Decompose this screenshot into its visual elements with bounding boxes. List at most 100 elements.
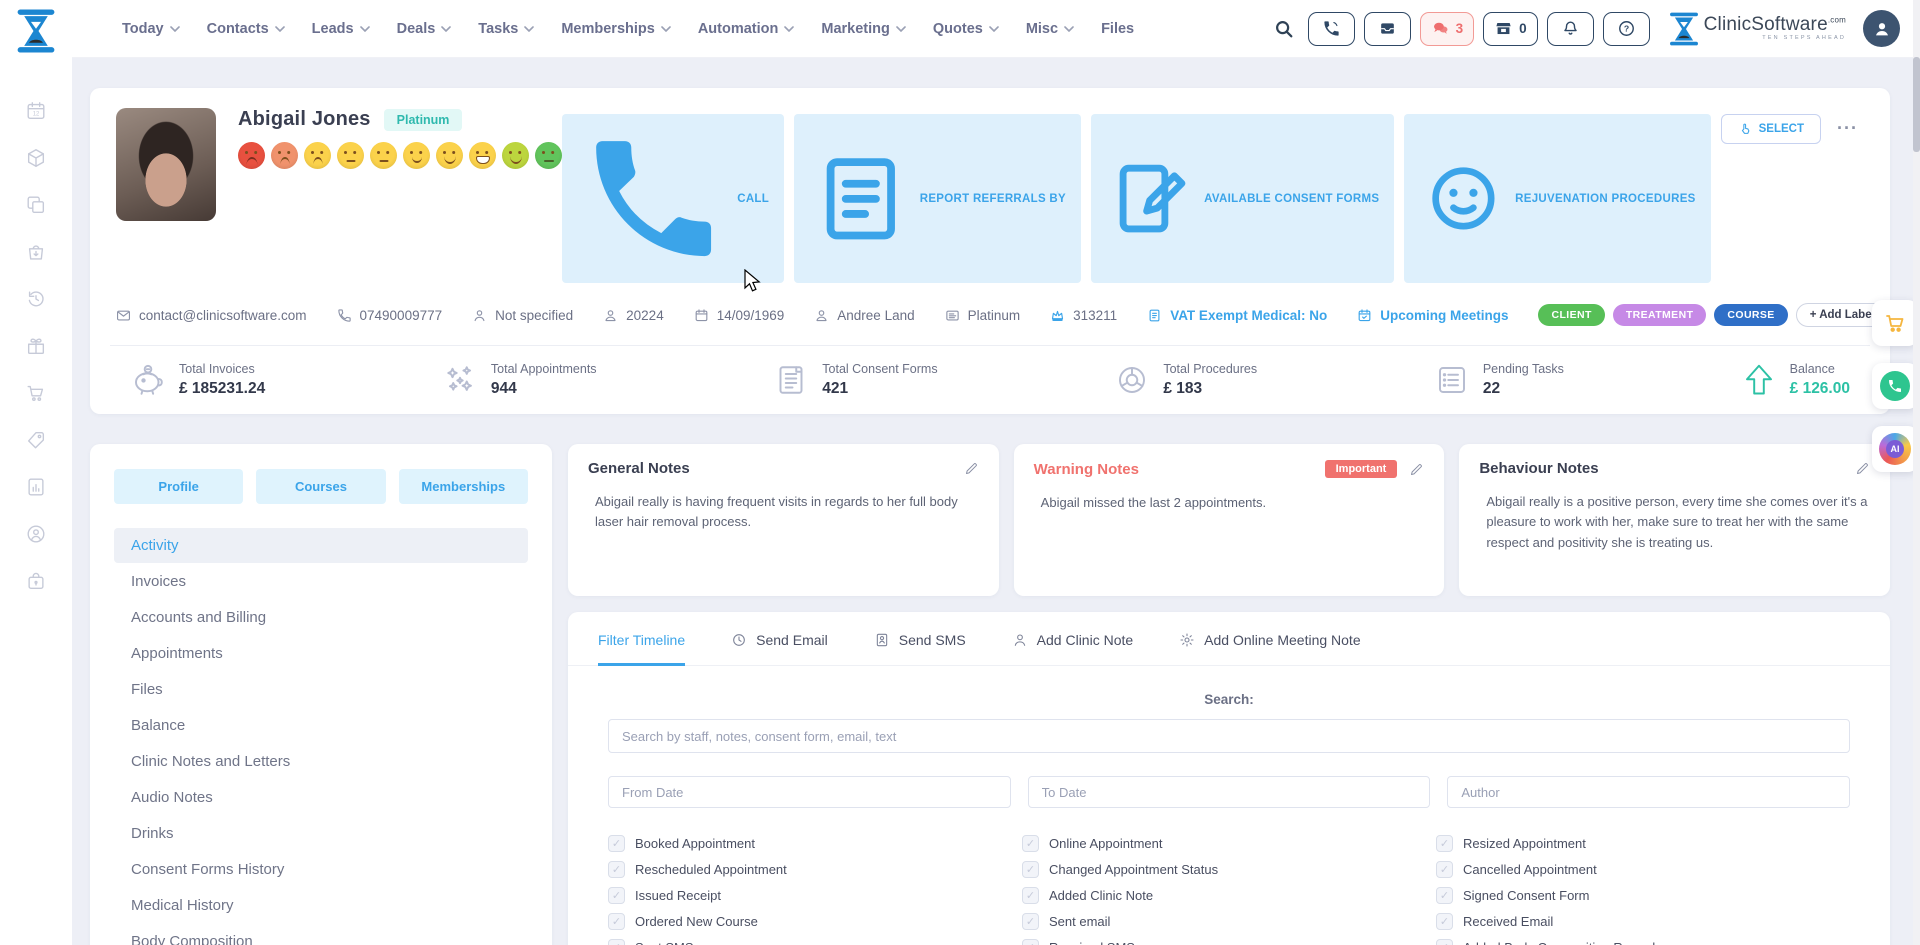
- client-detail[interactable]: Platinum: [945, 308, 1021, 323]
- nav-item[interactable]: Misc: [1026, 21, 1074, 37]
- checkbox[interactable]: [1022, 887, 1039, 904]
- client-detail[interactable]: 20224: [603, 308, 664, 323]
- nav-item[interactable]: Quotes: [933, 21, 999, 37]
- checkbox[interactable]: [1436, 887, 1453, 904]
- search-icon[interactable]: [1273, 18, 1295, 40]
- satisfaction-emoji[interactable]: [304, 142, 331, 169]
- store-button[interactable]: 0: [1483, 12, 1538, 46]
- menu-item[interactable]: Medical History: [114, 888, 528, 923]
- profile-tab[interactable]: Profile: [114, 469, 243, 504]
- checkbox[interactable]: [1022, 861, 1039, 878]
- user-avatar[interactable]: [1863, 10, 1900, 47]
- timeline-filter-option[interactable]: Received SMS: [1022, 939, 1436, 945]
- ai-assistant-button[interactable]: AI: [1872, 426, 1918, 472]
- search-input[interactable]: [608, 719, 1850, 753]
- checkbox[interactable]: [1436, 939, 1453, 945]
- menu-item[interactable]: Consent Forms History: [114, 852, 528, 887]
- from-date-input[interactable]: [608, 776, 1011, 808]
- nav-item[interactable]: Memberships: [561, 21, 670, 37]
- satisfaction-emoji[interactable]: [436, 142, 463, 169]
- checkbox[interactable]: [1436, 861, 1453, 878]
- chat-button[interactable]: 3: [1420, 12, 1475, 46]
- history-icon[interactable]: [25, 288, 47, 310]
- checkbox[interactable]: [608, 861, 625, 878]
- quick-cart-button[interactable]: [1872, 300, 1918, 346]
- timeline-filter-option[interactable]: Cancelled Appointment: [1436, 861, 1850, 878]
- timeline-filter-option[interactable]: Ordered New Course: [608, 913, 1022, 930]
- clinicsoftware-wordmark[interactable]: ClinicSoftware.com TEN STEPS AHEAD: [1669, 12, 1846, 46]
- timeline-filter-option[interactable]: Resized Appointment: [1436, 835, 1850, 852]
- menu-item[interactable]: Accounts and Billing: [114, 600, 528, 635]
- client-action-button[interactable]: AVAILABLE CONSENT FORMS: [1091, 114, 1394, 283]
- checkbox[interactable]: [1436, 913, 1453, 930]
- checkbox[interactable]: [608, 835, 625, 852]
- satisfaction-emoji[interactable]: [238, 142, 265, 169]
- client-detail[interactable]: 313211: [1050, 308, 1117, 323]
- nav-item[interactable]: Deals: [397, 21, 452, 37]
- inbox-button[interactable]: [1364, 12, 1411, 46]
- client-action-button[interactable]: REPORT REFERRALS BY: [794, 114, 1081, 283]
- more-options-button[interactable]: ···: [1831, 114, 1864, 143]
- tag-icon[interactable]: [25, 429, 47, 451]
- nav-item[interactable]: Files: [1101, 21, 1134, 37]
- page-scrollbar[interactable]: [1913, 0, 1920, 945]
- menu-item[interactable]: Body Composition: [114, 924, 528, 945]
- timeline-filter-option[interactable]: Issued Receipt: [608, 887, 1022, 904]
- client-detail[interactable]: Upcoming Meetings: [1357, 308, 1508, 323]
- timeline-filter-option[interactable]: Sent SMS: [608, 939, 1022, 945]
- menu-item[interactable]: Files: [114, 672, 528, 707]
- clinicsoftware-logo-icon[interactable]: [13, 8, 59, 54]
- client-action-button[interactable]: REJUVENATION PROCEDURES: [1404, 114, 1710, 283]
- client-detail[interactable]: Not specified: [472, 308, 573, 323]
- timeline-filter-option[interactable]: Received Email: [1436, 913, 1850, 930]
- bag-download-icon[interactable]: [25, 241, 47, 263]
- nav-item[interactable]: Automation: [698, 21, 795, 37]
- client-detail[interactable]: 07490009777: [337, 308, 443, 323]
- client-detail[interactable]: contact@clinicsoftware.com: [116, 308, 307, 323]
- satisfaction-emoji[interactable]: [469, 142, 496, 169]
- timeline-filter-option[interactable]: Added Clinic Note: [1022, 887, 1436, 904]
- timeline-filter-option[interactable]: Sent email: [1022, 913, 1436, 930]
- client-label-pill[interactable]: COURSE: [1714, 304, 1787, 326]
- checkbox[interactable]: [608, 913, 625, 930]
- menu-item[interactable]: Drinks: [114, 816, 528, 851]
- account-circle-icon[interactable]: [25, 523, 47, 545]
- satisfaction-emoji[interactable]: [337, 142, 364, 169]
- client-photo[interactable]: [116, 108, 216, 221]
- package-icon[interactable]: [25, 147, 47, 169]
- checkbox[interactable]: [608, 939, 625, 945]
- menu-item[interactable]: Clinic Notes and Letters: [114, 744, 528, 779]
- profile-tab[interactable]: Memberships: [399, 469, 528, 504]
- client-action-button[interactable]: CALL: [562, 114, 784, 283]
- timeline-tab[interactable]: Add Clinic Note: [1012, 632, 1134, 666]
- nav-item[interactable]: Leads: [312, 21, 370, 37]
- timeline-tab[interactable]: Add Online Meeting Note: [1179, 632, 1360, 666]
- checkbox[interactable]: [1022, 913, 1039, 930]
- menu-item[interactable]: Appointments: [114, 636, 528, 671]
- client-detail[interactable]: VAT Exempt Medical: No: [1147, 308, 1327, 323]
- edit-pencil-icon[interactable]: [1855, 461, 1870, 476]
- whatsapp-call-button[interactable]: [1872, 363, 1918, 409]
- report-chart-icon[interactable]: [25, 476, 47, 498]
- scrollbar-thumb[interactable]: [1913, 57, 1920, 152]
- checkbox[interactable]: [1022, 835, 1039, 852]
- copy-icon[interactable]: [25, 194, 47, 216]
- satisfaction-emoji[interactable]: [502, 142, 529, 169]
- checkbox[interactable]: [1436, 835, 1453, 852]
- satisfaction-emoji[interactable]: [403, 142, 430, 169]
- menu-item[interactable]: Audio Notes: [114, 780, 528, 815]
- select-button[interactable]: SELECT: [1721, 114, 1821, 144]
- timeline-filter-option[interactable]: Signed Consent Form: [1436, 887, 1850, 904]
- timeline-filter-option[interactable]: Booked Appointment: [608, 835, 1022, 852]
- nav-item[interactable]: Today: [122, 21, 180, 37]
- timeline-tab[interactable]: Send SMS: [874, 632, 966, 666]
- gift-icon[interactable]: [25, 335, 47, 357]
- satisfaction-emoji[interactable]: [370, 142, 397, 169]
- satisfaction-emoji[interactable]: [535, 142, 562, 169]
- client-label-pill[interactable]: TREATMENT: [1613, 304, 1707, 326]
- edit-pencil-icon[interactable]: [964, 461, 979, 476]
- notifications-button[interactable]: [1547, 12, 1594, 46]
- briefcase-lock-icon[interactable]: [25, 570, 47, 592]
- client-detail[interactable]: 14/09/1969: [694, 308, 785, 323]
- to-date-input[interactable]: [1028, 776, 1431, 808]
